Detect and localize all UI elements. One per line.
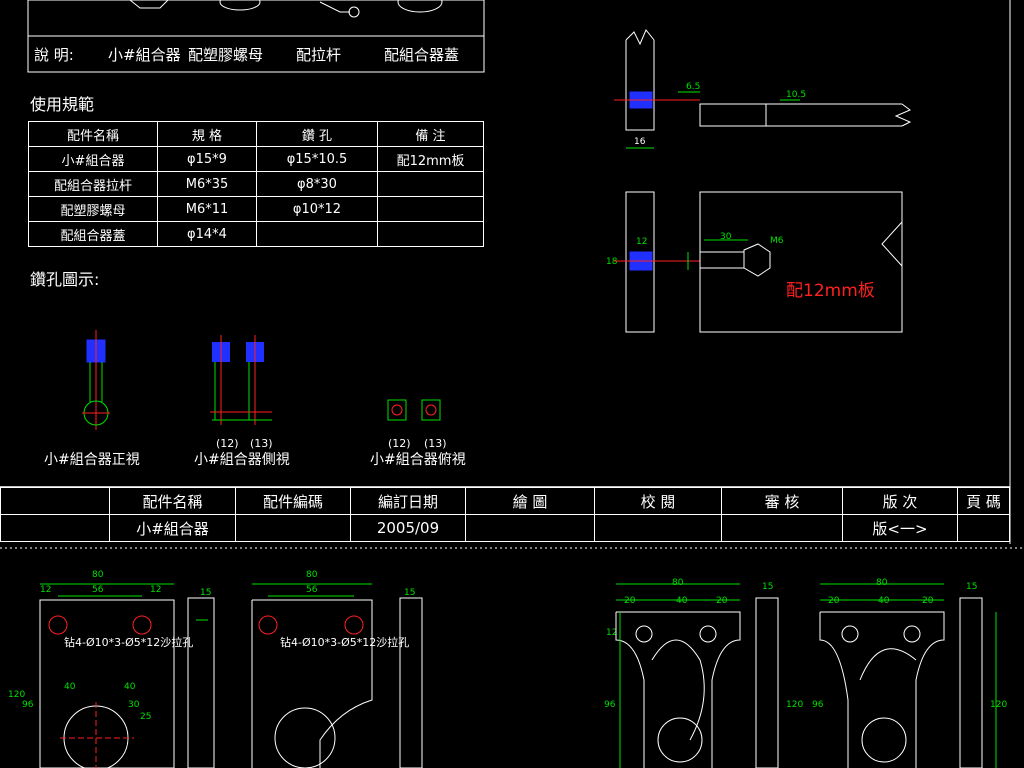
bottom-drawing-2 bbox=[251, 583, 423, 768]
right-detail-lower bbox=[614, 191, 903, 333]
bottom-drawing-3 bbox=[615, 583, 779, 768]
sheet-frame bbox=[0, 0, 1024, 549]
bottom-drawing-1 bbox=[39, 583, 215, 768]
bottom-drawing-4 bbox=[819, 583, 997, 768]
drill-front-view bbox=[82, 330, 110, 430]
drill-side-view bbox=[210, 335, 272, 425]
cad-drawing bbox=[0, 0, 1024, 768]
drill-top-view bbox=[387, 399, 441, 421]
top-part-sketches bbox=[129, 0, 443, 18]
right-detail-upper bbox=[614, 29, 912, 149]
